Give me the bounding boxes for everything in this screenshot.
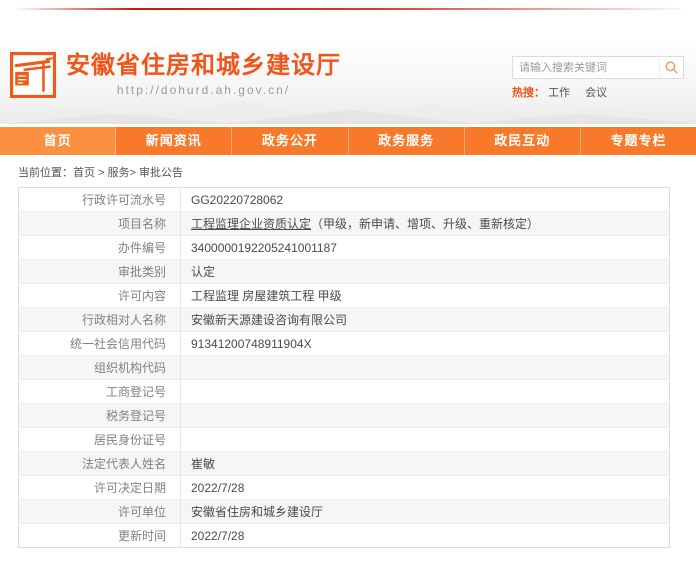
row-label: 更新时间 bbox=[19, 524, 181, 548]
row-value: 2022/7/28 bbox=[181, 476, 670, 500]
row-value: 认定 bbox=[181, 260, 670, 284]
hot-search-item-meeting[interactable]: 会议 bbox=[585, 87, 607, 99]
table-row-counterpart-name: 行政相对人名称 安徽新天源建设咨询有限公司 bbox=[19, 308, 670, 332]
row-value: 安徽省住房和城乡建设厅 bbox=[181, 500, 670, 524]
top-accent-line bbox=[14, 8, 682, 10]
row-label: 税务登记号 bbox=[19, 404, 181, 428]
row-label: 组织机构代码 bbox=[19, 356, 181, 380]
project-name-link[interactable]: 工程监理企业资质认定 bbox=[191, 217, 311, 231]
breadcrumb: 当前位置：首页 > 服务> 审批公告 bbox=[0, 155, 696, 187]
table-row-org-code: 组织机构代码 bbox=[19, 356, 670, 380]
table-row-approval-category: 审批类别 认定 bbox=[19, 260, 670, 284]
nav-tab-home[interactable]: 首页 bbox=[0, 127, 116, 155]
search-button[interactable] bbox=[659, 57, 683, 78]
row-value: 安徽新天源建设咨询有限公司 bbox=[181, 308, 670, 332]
row-value: GG20220728062 bbox=[181, 188, 670, 212]
search-input[interactable] bbox=[513, 62, 659, 74]
breadcrumb-separator: > bbox=[95, 167, 108, 179]
row-value bbox=[181, 404, 670, 428]
row-label: 审批类别 bbox=[19, 260, 181, 284]
breadcrumb-current: 审批公告 bbox=[139, 167, 183, 179]
row-label: 许可内容 bbox=[19, 284, 181, 308]
row-label: 行政相对人名称 bbox=[19, 308, 181, 332]
table-row-serial-number: 行政许可流水号 GG20220728062 bbox=[19, 188, 670, 212]
hot-search-row: 热搜： 工作 会议 bbox=[512, 84, 684, 100]
nav-tab-special-columns[interactable]: 专题专栏 bbox=[581, 127, 696, 155]
row-label: 许可单位 bbox=[19, 500, 181, 524]
row-value bbox=[181, 380, 670, 404]
table-row-tax-reg-number: 税务登记号 bbox=[19, 404, 670, 428]
search-area: 热搜： 工作 会议 bbox=[512, 56, 684, 100]
row-value bbox=[181, 428, 670, 452]
row-label: 统一社会信用代码 bbox=[19, 332, 181, 356]
row-label: 工商登记号 bbox=[19, 380, 181, 404]
site-logo-icon[interactable] bbox=[10, 52, 56, 98]
table-row-business-reg-number: 工商登记号 bbox=[19, 380, 670, 404]
brand-block: 安徽省住房和城乡建设厅 http://dohurd.ah.gov.cn/ bbox=[66, 52, 341, 97]
table-row-decision-date: 许可决定日期 2022/7/28 bbox=[19, 476, 670, 500]
hot-search-label: 热搜： bbox=[512, 87, 545, 99]
row-value: 工程监理 房屋建筑工程 甲级 bbox=[181, 284, 670, 308]
row-value bbox=[181, 356, 670, 380]
row-label: 行政许可流水号 bbox=[19, 188, 181, 212]
breadcrumb-prefix: 当前位置： bbox=[18, 167, 73, 179]
row-label: 项目名称 bbox=[19, 212, 181, 236]
nav-tab-interaction[interactable]: 政民互动 bbox=[465, 127, 581, 155]
breadcrumb-home-link[interactable]: 首页 bbox=[73, 167, 95, 179]
table-row-update-time: 更新时间 2022/7/28 bbox=[19, 524, 670, 548]
magnifier-icon bbox=[664, 60, 679, 75]
row-label: 居民身份证号 bbox=[19, 428, 181, 452]
nav-tab-gov-disclosure[interactable]: 政务公开 bbox=[232, 127, 348, 155]
nav-tab-gov-services[interactable]: 政务服务 bbox=[349, 127, 465, 155]
table-row-license-content: 许可内容 工程监理 房屋建筑工程 甲级 bbox=[19, 284, 670, 308]
main-nav: 首页 新闻资讯 政务公开 政务服务 政民互动 专题专栏 bbox=[0, 127, 696, 155]
row-value: 工程监理企业资质认定（甲级，新申请、增项、升级、重新核定） bbox=[181, 212, 670, 236]
row-value: 崔敏 bbox=[181, 452, 670, 476]
search-box bbox=[512, 56, 684, 79]
hot-search-item-work[interactable]: 工作 bbox=[548, 87, 570, 99]
row-value: 2022/7/28 bbox=[181, 524, 670, 548]
row-label: 办件编号 bbox=[19, 236, 181, 260]
site-url: http://dohurd.ah.gov.cn/ bbox=[66, 83, 341, 97]
row-value: 91341200748911904X bbox=[181, 332, 670, 356]
breadcrumb-separator: > bbox=[130, 167, 139, 179]
license-detail-table: 行政许可流水号 GG20220728062 项目名称 工程监理企业资质认定（甲级… bbox=[18, 187, 670, 548]
row-label: 法定代表人姓名 bbox=[19, 452, 181, 476]
nav-tab-news[interactable]: 新闻资讯 bbox=[116, 127, 232, 155]
header-inner: 安徽省住房和城乡建设厅 http://dohurd.ah.gov.cn/ 热搜：… bbox=[0, 44, 696, 100]
table-row-project-name: 项目名称 工程监理企业资质认定（甲级，新申请、增项、升级、重新核定） bbox=[19, 212, 670, 236]
site-header: 安徽省住房和城乡建设厅 http://dohurd.ah.gov.cn/ 热搜：… bbox=[0, 44, 696, 124]
breadcrumb-section-link[interactable]: 服务 bbox=[108, 167, 130, 179]
table-row-id-number: 居民身份证号 bbox=[19, 428, 670, 452]
table-row-licensing-authority: 许可单位 安徽省住房和城乡建设厅 bbox=[19, 500, 670, 524]
table-row-legal-representative: 法定代表人姓名 崔敏 bbox=[19, 452, 670, 476]
row-label: 许可决定日期 bbox=[19, 476, 181, 500]
project-name-detail: （甲级，新申请、增项、升级、重新核定） bbox=[311, 217, 539, 231]
row-value: 3400000192205241001187 bbox=[181, 236, 670, 260]
table-row-credit-code: 统一社会信用代码 91341200748911904X bbox=[19, 332, 670, 356]
site-title: 安徽省住房和城乡建设厅 bbox=[66, 52, 341, 80]
table-row-case-number: 办件编号 3400000192205241001187 bbox=[19, 236, 670, 260]
